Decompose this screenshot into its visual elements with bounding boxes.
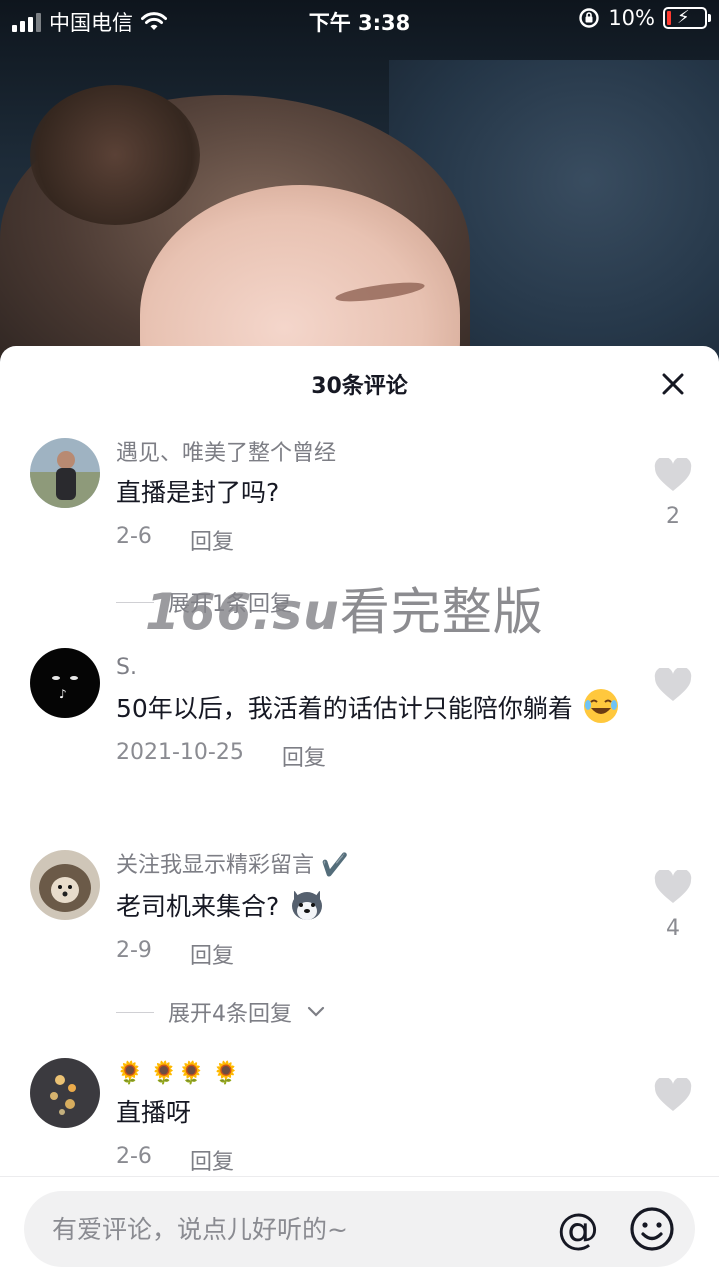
emoji-icon[interactable] (628, 1205, 676, 1253)
reply-button[interactable]: 回复 (282, 740, 326, 772)
comment-input-container[interactable]: @ (24, 1191, 695, 1267)
comment-text: 50年以后，我活着的话估计只能陪你躺着 (116, 688, 626, 728)
comment-text: 直播是封了吗? (116, 478, 280, 507)
comment-text: 直播呀 (116, 1098, 192, 1127)
video-background (0, 0, 719, 360)
laughing-crying-emoji (583, 689, 618, 723)
comment-body: 遇见、唯美了整个曾经 直播是封了吗? 2-6 回复 (116, 440, 636, 556)
sheet-header: 30条评论 (0, 346, 719, 422)
comment-text-content: 老司机来集合? (116, 892, 280, 921)
like-button[interactable]: 2 (653, 456, 693, 529)
like-button[interactable]: 4 (653, 868, 693, 941)
comment-meta: 2021-10-25 回复 (116, 740, 636, 772)
watermark-overlay: 166.su看完整版 (145, 572, 544, 644)
comment-username[interactable]: S. (116, 654, 636, 682)
comment-text: 老司机来集合? (116, 886, 636, 926)
status-right: 10% ⚡ (578, 6, 711, 30)
svg-text:♪: ♪ (59, 687, 67, 701)
chevron-down-icon (307, 1006, 325, 1017)
comment-date: 2-9 (116, 938, 152, 963)
comment-date: 2021-10-25 (116, 740, 244, 765)
heart-icon (654, 1076, 692, 1111)
comment-item: 🌻 🌻🌻 🌻 直播呀 2-6 回复 (0, 1058, 719, 1188)
status-bar: 中国电信 下午 3:38 10% ⚡ (0, 0, 719, 40)
comment-item: ♪ S. 50年以后，我活着的话估计只能陪你躺着 2021-10-25 回复 (0, 648, 719, 818)
battery-charging-icon: ⚡ (663, 7, 711, 29)
avatar[interactable]: ♪ (30, 648, 100, 718)
heart-icon (654, 666, 692, 701)
comment-date: 2-6 (116, 1144, 152, 1169)
husky-dog-emoji (292, 890, 323, 920)
expand-replies-button[interactable]: 展开4条回复 (116, 996, 326, 1028)
reply-button[interactable]: 回复 (190, 938, 234, 970)
heart-icon (654, 456, 692, 491)
comment-body: 🌻 🌻🌻 🌻 直播呀 2-6 回复 (116, 1060, 636, 1176)
avatar[interactable] (30, 850, 100, 920)
close-icon[interactable] (657, 368, 689, 400)
watermark-brand: 166.su (145, 583, 340, 641)
battery-label: 10% (608, 6, 655, 30)
sheet-title: 30条评论 (311, 374, 408, 399)
comment-username[interactable]: 🌻 🌻🌻 🌻 (116, 1060, 636, 1088)
at-mention-icon[interactable]: @ (552, 1203, 604, 1255)
comment-meta: 2-9 回复 (116, 938, 636, 970)
like-button[interactable] (653, 666, 693, 706)
like-button[interactable] (653, 1076, 693, 1116)
comment-body: 关注我显示精彩留言 ✔️ 老司机来集合? 2-9 回复 (116, 852, 636, 970)
reply-button[interactable]: 回复 (190, 524, 234, 556)
comment-input[interactable] (52, 1209, 532, 1249)
reply-button[interactable]: 回复 (190, 1144, 234, 1176)
like-count: 2 (666, 504, 680, 529)
comment-input-bar: @ (0, 1176, 719, 1280)
comment-username[interactable]: 遇见、唯美了整个曾经 (116, 440, 636, 468)
comment-body: S. 50年以后，我活着的话估计只能陪你躺着 2021-10-25 回复 (116, 654, 636, 772)
avatar[interactable] (30, 1058, 100, 1128)
comment-text-content: 50年以后，我活着的话估计只能陪你躺着 (116, 694, 573, 723)
divider-line (116, 1011, 154, 1013)
expand-replies-label: 展开4条回复 (168, 1002, 292, 1027)
heart-icon (654, 868, 692, 903)
comment-meta: 2-6 回复 (116, 1144, 636, 1176)
comment-date: 2-6 (116, 524, 152, 549)
rotation-lock-icon (579, 8, 600, 28)
comment-meta: 2-6 回复 (116, 524, 636, 556)
comment-username[interactable]: 关注我显示精彩留言 ✔️ (116, 852, 636, 880)
watermark-text: 看完整版 (339, 583, 544, 641)
comment-item: 遇见、唯美了整个曾经 直播是封了吗? 2-6 回复 2 (0, 438, 719, 588)
comments-sheet: 30条评论 遇见、唯美了整个曾经 直播是封了吗? 2-6 回复 2 展开1条回复… (0, 346, 719, 1280)
video-person-bun (30, 85, 200, 225)
like-count: 4 (666, 916, 680, 941)
comment-item: 关注我显示精彩留言 ✔️ 老司机来集合? 2-9 回复 4 (0, 850, 719, 1000)
avatar[interactable] (30, 438, 100, 508)
